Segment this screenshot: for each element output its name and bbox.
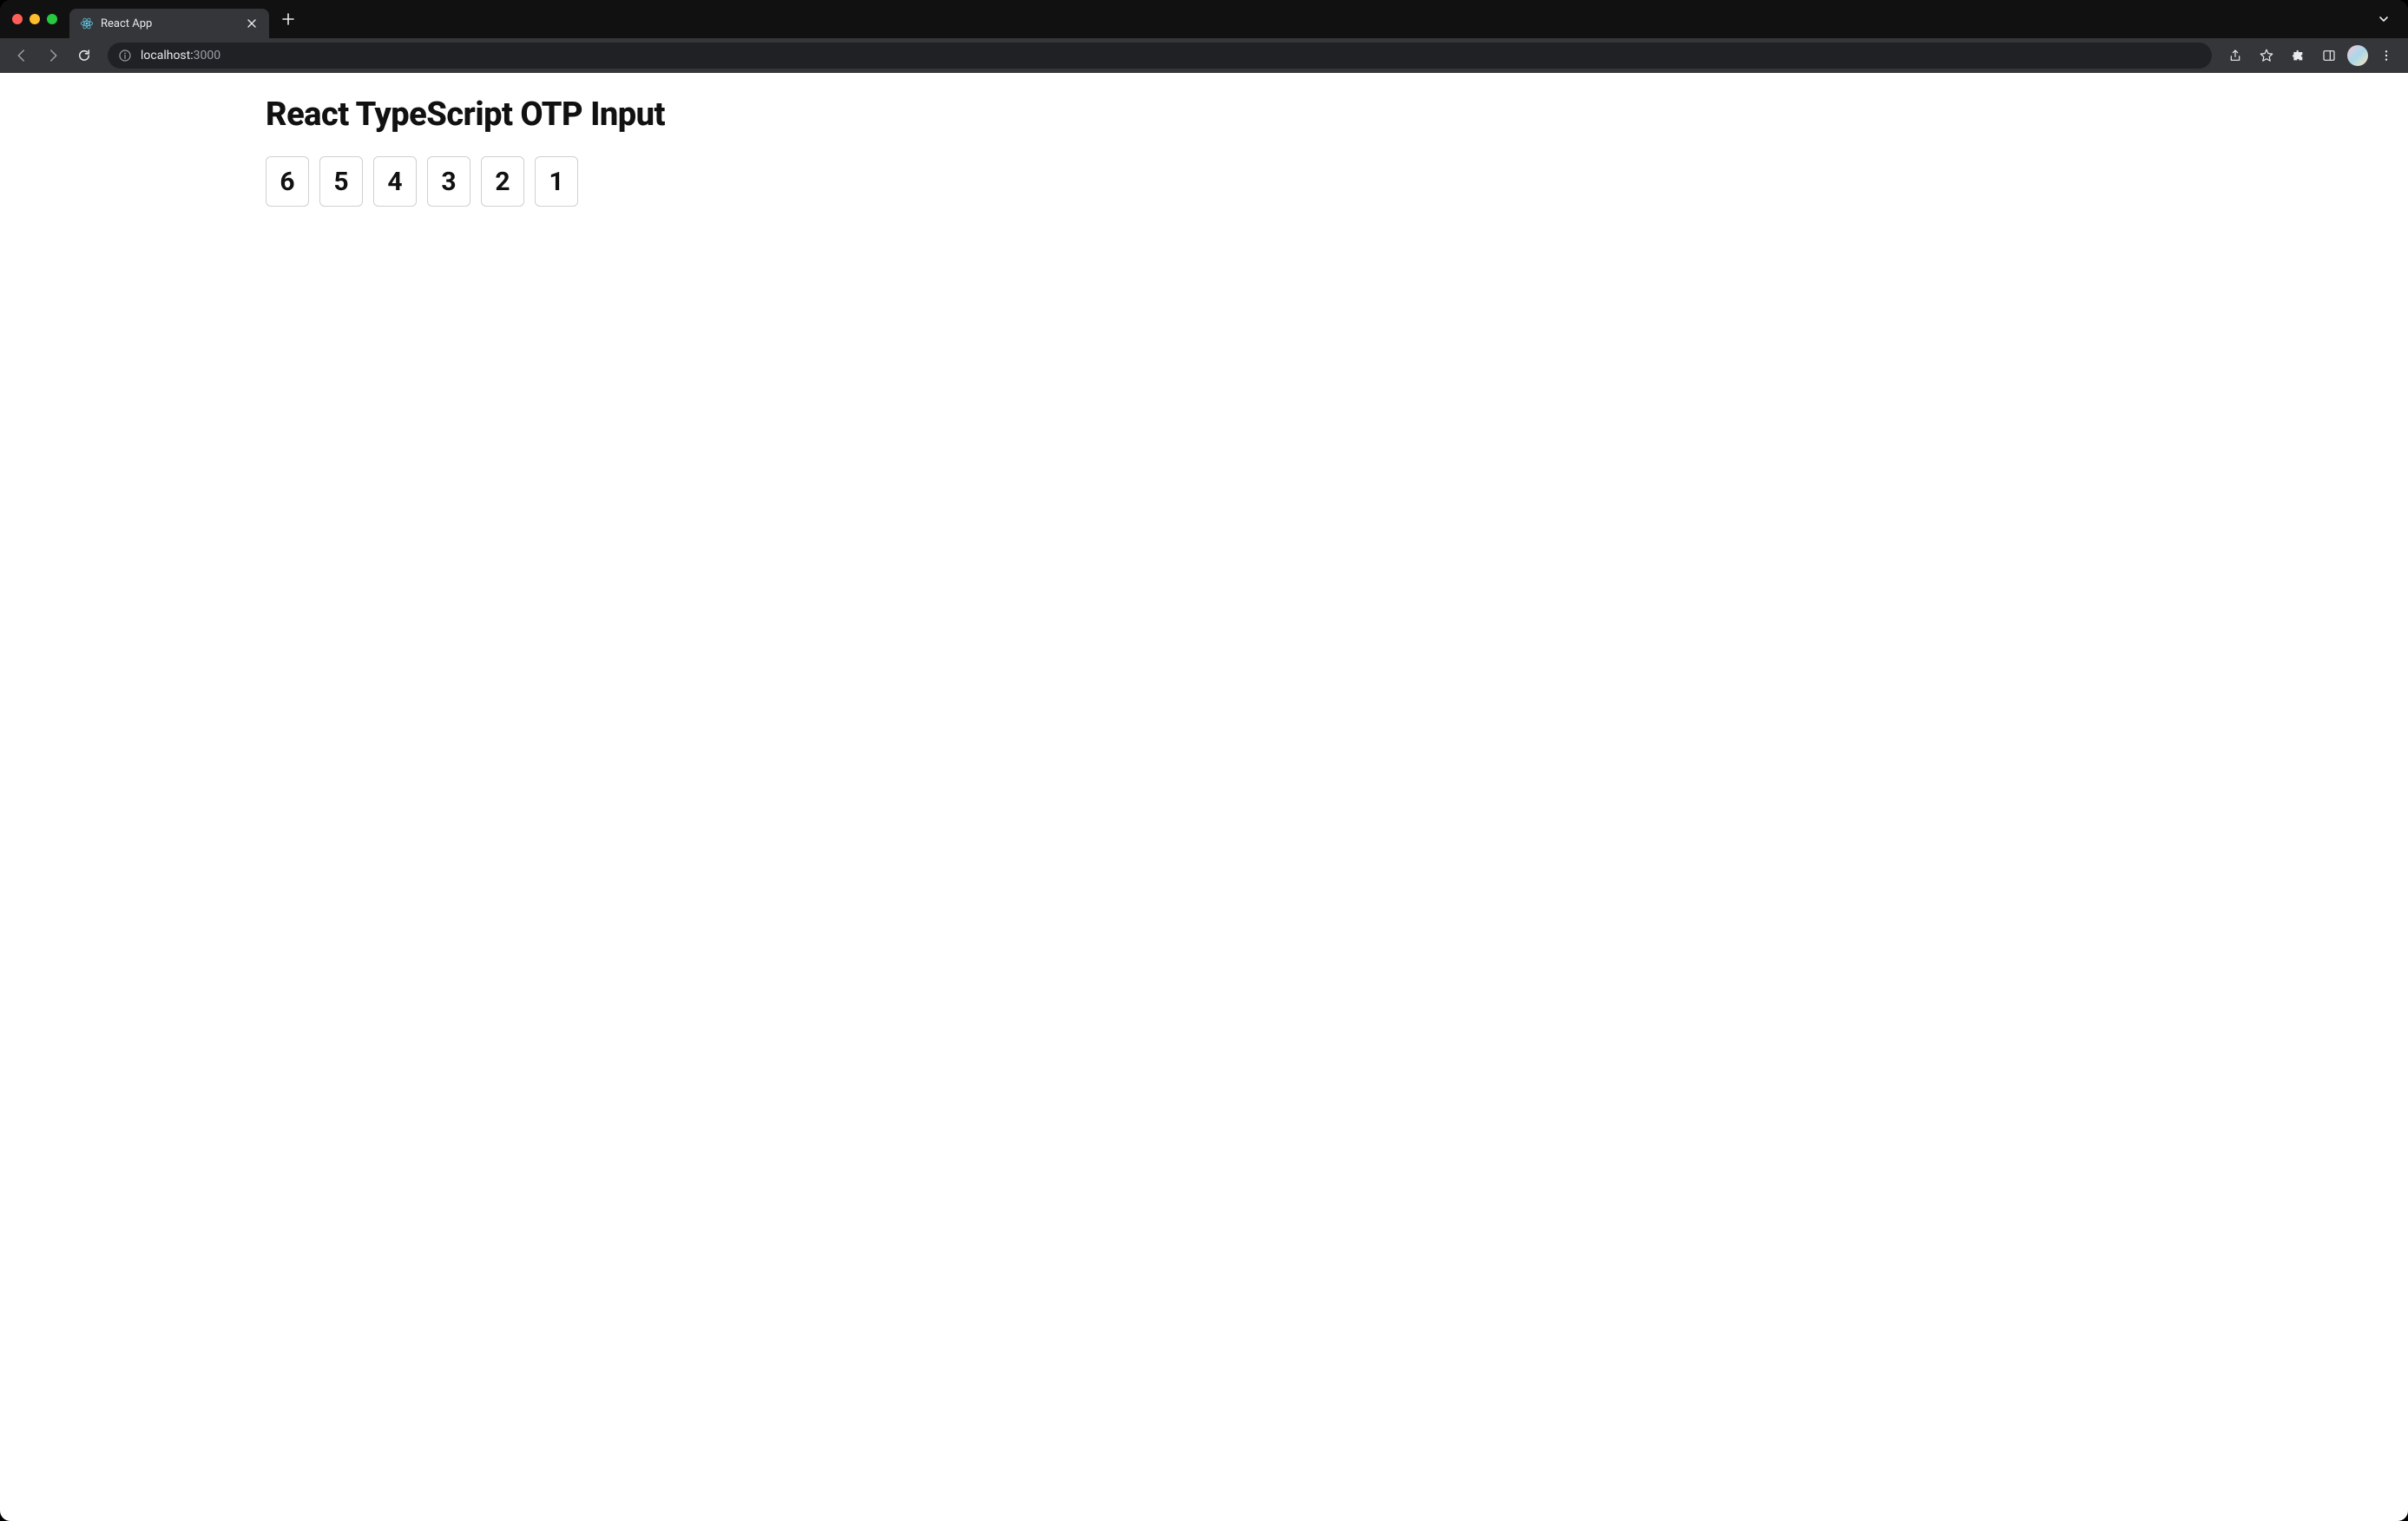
extensions-icon[interactable] [2285,43,2311,69]
window-close-button[interactable] [12,14,23,24]
otp-digit-5[interactable] [481,156,524,207]
new-tab-button[interactable] [276,7,300,31]
react-logo-icon [80,16,94,30]
otp-digit-3[interactable] [373,156,417,207]
title-bar: React App [0,0,2408,38]
url-port: 3000 [194,49,220,63]
otp-digit-6[interactable] [535,156,578,207]
site-info-icon[interactable] [118,49,132,63]
side-panel-icon[interactable] [2316,43,2342,69]
window-minimize-button[interactable] [30,14,40,24]
bookmark-star-icon[interactable] [2253,43,2280,69]
back-button[interactable] [9,43,35,69]
otp-digit-2[interactable] [319,156,363,207]
otp-digit-1[interactable] [266,156,309,207]
browser-window: React App [0,0,2408,1521]
page-content: React TypeScript OTP Input [266,73,977,207]
page-heading: React TypeScript OTP Input [266,95,977,134]
profile-avatar[interactable] [2347,45,2368,66]
url-text: localhost:3000 [141,49,2201,63]
tabs-area: React App [69,0,2396,38]
browser-tab[interactable]: React App [69,9,269,38]
tabs-dropdown-icon[interactable] [2372,10,2396,28]
tab-title: React App [101,17,238,30]
reload-button[interactable] [71,43,97,69]
window-maximize-button[interactable] [47,14,57,24]
otp-input-group [266,156,977,207]
otp-digit-4[interactable] [427,156,470,207]
window-controls [12,14,57,24]
url-host: localhost: [141,49,194,63]
toolbar: localhost:3000 [0,38,2408,73]
share-icon[interactable] [2222,43,2248,69]
page-viewport: React TypeScript OTP Input [0,73,2408,1521]
forward-button[interactable] [40,43,66,69]
menu-icon[interactable] [2373,43,2399,69]
address-bar[interactable]: localhost:3000 [108,43,2212,69]
close-tab-icon[interactable] [245,16,259,30]
